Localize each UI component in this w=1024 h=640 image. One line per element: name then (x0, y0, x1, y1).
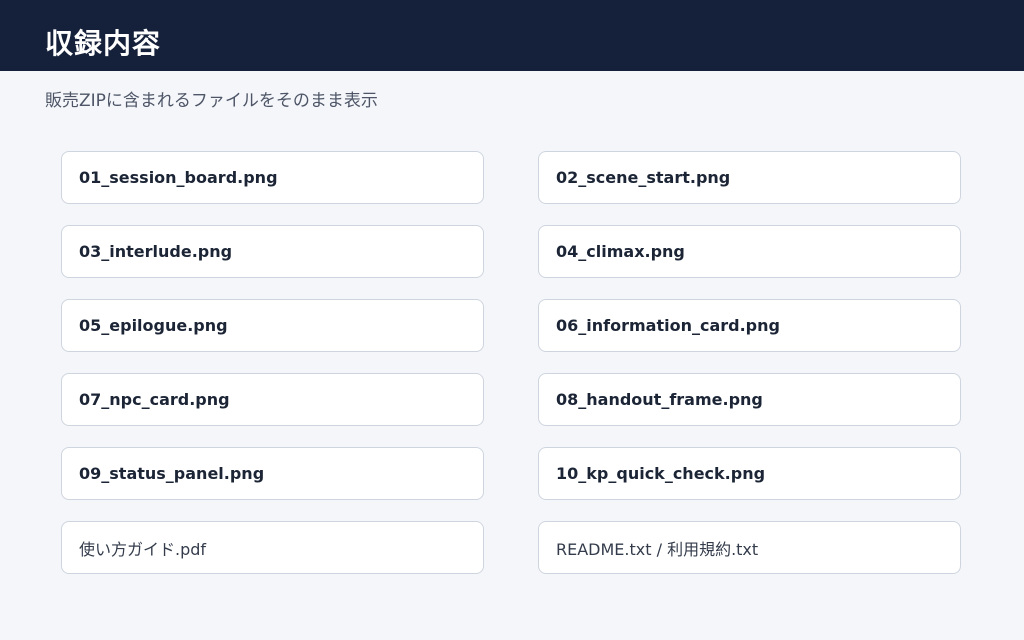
file-item: 08_handout_frame.png (538, 373, 961, 426)
file-name: README.txt / 利用規約.txt (556, 539, 759, 559)
file-name: 10_kp_quick_check.png (556, 464, 766, 483)
file-item: 07_npc_card.png (61, 373, 484, 426)
file-name: 03_interlude.png (79, 242, 233, 261)
file-item: 04_climax.png (538, 225, 961, 278)
file-item: 05_epilogue.png (61, 299, 484, 352)
file-list: 01_session_board.png 02_scene_start.png … (61, 151, 961, 574)
page-header: 収録内容 (0, 0, 1024, 71)
file-item: README.txt / 利用規約.txt (538, 521, 961, 574)
file-item: 10_kp_quick_check.png (538, 447, 961, 500)
file-name: 04_climax.png (556, 242, 685, 261)
page-title: 収録内容 (45, 27, 162, 60)
file-name: 07_npc_card.png (79, 390, 230, 409)
file-name: 08_handout_frame.png (556, 390, 763, 409)
file-item: 01_session_board.png (61, 151, 484, 204)
file-name: 01_session_board.png (79, 168, 278, 187)
file-item: 03_interlude.png (61, 225, 484, 278)
file-item: 09_status_panel.png (61, 447, 484, 500)
file-item: 02_scene_start.png (538, 151, 961, 204)
file-name: 09_status_panel.png (79, 464, 265, 483)
file-name: 02_scene_start.png (556, 168, 731, 187)
file-name: 06_information_card.png (556, 316, 780, 335)
file-item: 使い方ガイド.pdf (61, 521, 484, 574)
file-name: 05_epilogue.png (79, 316, 228, 335)
file-name: 使い方ガイド.pdf (79, 539, 207, 559)
page-subtitle: 販売ZIPに含まれるファイルをそのまま表示 (45, 91, 378, 111)
file-item: 06_information_card.png (538, 299, 961, 352)
